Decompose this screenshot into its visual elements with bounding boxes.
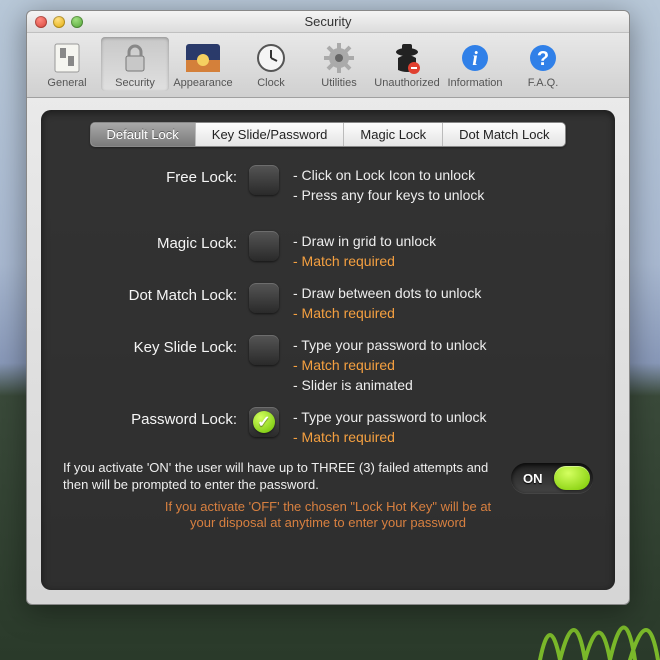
preferences-window: Security General Security Appearance Clo… [26,10,630,605]
toolbar-faq[interactable]: ? F.A.Q. [509,37,577,91]
password-lock-desc: - Type your password to unlock - Match r… [293,407,487,447]
attempts-toggle[interactable]: ON [511,463,593,493]
minimize-button[interactable] [53,16,65,28]
svg-text:i: i [472,48,478,70]
dot-match-lock-label: Dot Match Lock: [63,283,249,304]
toolbar-utilities[interactable]: Utilities [305,37,373,91]
magic-lock-toggle[interactable] [249,231,279,261]
svg-text:?: ? [537,48,549,70]
toolbar: General Security Appearance Clock Utilit… [27,33,629,98]
toolbar-security[interactable]: Security [101,37,169,91]
settings-panel: Default Lock Key Slide/Password Magic Lo… [41,110,615,590]
tab-bar: Default Lock Key Slide/Password Magic Lo… [90,122,567,147]
key-slide-lock-desc: - Type your password to unlock - Match r… [293,335,487,395]
toolbar-appearance[interactable]: Appearance [169,37,237,91]
zoom-button[interactable] [71,16,83,28]
lock-icon [117,40,153,76]
toolbar-clock[interactable]: Clock [237,37,305,91]
toolbar-general[interactable]: General [33,37,101,91]
info-icon: i [457,40,493,76]
on-description: If you activate 'ON' the user will have … [63,459,499,493]
spy-icon [389,40,425,76]
toggle-knob [554,466,590,490]
dot-match-lock-desc: - Draw between dots to unlock - Match re… [293,283,481,323]
tab-magic-lock[interactable]: Magic Lock [344,123,443,146]
magic-lock-desc: - Draw in grid to unlock - Match require… [293,231,436,271]
password-lock-toggle[interactable]: ✓ [249,407,279,437]
toolbar-unauthorized[interactable]: Unauthorized [373,37,441,91]
key-slide-lock-toggle[interactable] [249,335,279,365]
window-title: Security [27,11,629,33]
password-lock-label: Password Lock: [63,407,249,428]
sunset-icon [185,40,221,76]
tab-default-lock[interactable]: Default Lock [91,123,196,146]
free-lock-desc: - Click on Lock Icon to unlock - Press a… [293,165,484,205]
clock-icon [253,40,289,76]
toolbar-information[interactable]: i Information [441,37,509,91]
free-lock-label: Free Lock: [63,165,249,186]
switches-icon [49,40,85,76]
titlebar: Security [27,11,629,33]
key-slide-lock-label: Key Slide Lock: [63,335,249,356]
free-lock-toggle[interactable] [249,165,279,195]
dot-match-lock-toggle[interactable] [249,283,279,313]
question-icon: ? [525,40,561,76]
gear-icon [321,40,357,76]
close-button[interactable] [35,16,47,28]
tab-key-slide-password[interactable]: Key Slide/Password [196,123,345,146]
magic-lock-label: Magic Lock: [63,231,249,252]
tab-dot-match-lock[interactable]: Dot Match Lock [443,123,565,146]
off-description: If you activate 'OFF' the chosen "Lock H… [63,499,593,531]
